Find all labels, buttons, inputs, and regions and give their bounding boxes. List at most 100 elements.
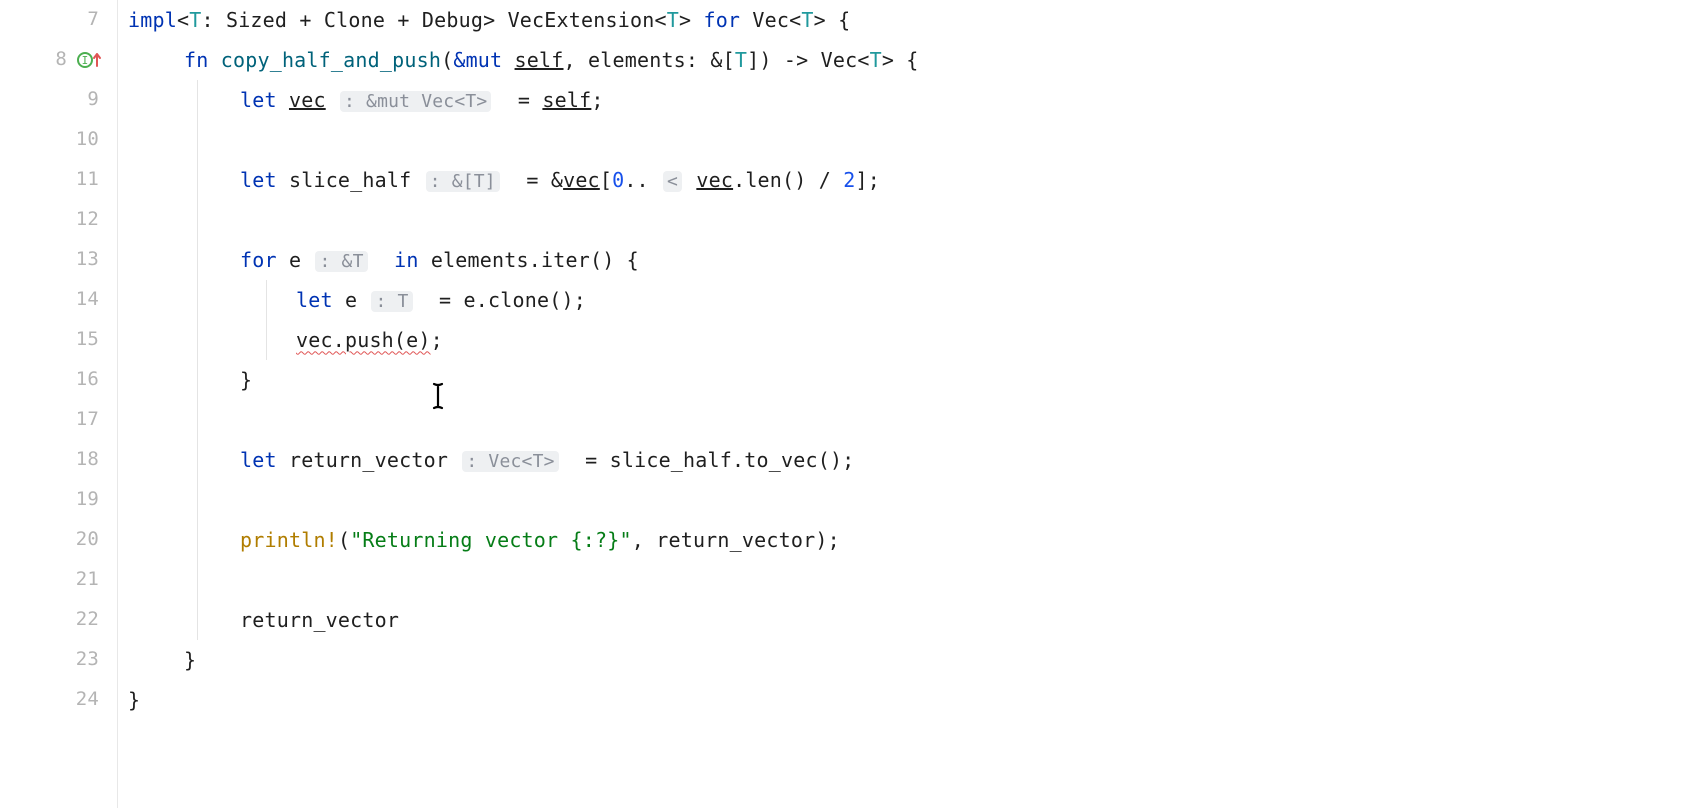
token: ; [431, 328, 443, 352]
token: ]) -> Vec [747, 48, 857, 72]
gutter-row[interactable]: 8 I [0, 40, 117, 80]
token: let [296, 288, 345, 312]
token: vec.push(e) [296, 328, 431, 352]
token [370, 248, 394, 272]
gutter-row[interactable]: 18 [0, 440, 117, 480]
code-text: } [128, 641, 196, 680]
token: : Vec<T> [462, 451, 558, 472]
token: self [515, 48, 564, 72]
line-number: 24 [76, 681, 99, 718]
code-line[interactable] [128, 480, 1700, 520]
gutter-row[interactable]: 24 [0, 680, 117, 720]
gutter-row[interactable]: 11 [0, 160, 117, 200]
implement-method-icon[interactable]: I [77, 50, 103, 70]
gutter-row[interactable]: 13 [0, 240, 117, 280]
indent-guide [266, 280, 267, 320]
indent-guide [197, 440, 198, 480]
indent-guide [197, 560, 198, 600]
token: ; [591, 88, 603, 112]
line-number: 20 [76, 521, 99, 558]
code-line[interactable]: } [128, 640, 1700, 680]
token: impl [128, 8, 177, 32]
code-editor[interactable]: 78 I 9101112131415161718192021222324 imp… [0, 0, 1700, 808]
token: in [394, 248, 431, 272]
line-number: 19 [76, 481, 99, 518]
line-number: 13 [76, 241, 99, 278]
code-line[interactable] [128, 560, 1700, 600]
code-line[interactable]: let vec : &mut Vec<T> = self; [128, 80, 1700, 120]
code-text: println!("Returning vector {:?}", return… [128, 521, 840, 560]
gutter-row[interactable]: 23 [0, 640, 117, 680]
token: + [287, 8, 324, 32]
token: slice_half [289, 168, 424, 192]
gutter-row[interactable]: 21 [0, 560, 117, 600]
code-line[interactable]: println!("Returning vector {:?}", return… [128, 520, 1700, 560]
token: return_vector [240, 608, 399, 632]
token: VecExtension [508, 8, 655, 32]
token: > { [814, 8, 851, 32]
gutter-row[interactable]: 22 [0, 600, 117, 640]
gutter-row[interactable]: 9 [0, 80, 117, 120]
code-line[interactable]: impl<T: Sized + Clone + Debug> VecExtens… [128, 0, 1700, 40]
gutter-row[interactable]: 10 [0, 120, 117, 160]
token: vec [696, 168, 733, 192]
token: = slice_half.to_vec(); [561, 448, 855, 472]
token: Vec [740, 8, 789, 32]
token: T [735, 48, 747, 72]
gutter-row[interactable]: 12 [0, 200, 117, 240]
line-number: 22 [76, 601, 99, 638]
token: : &T [315, 251, 367, 272]
code-text: let return_vector : Vec<T> = slice_half.… [128, 441, 854, 480]
gutter-row[interactable]: 17 [0, 400, 117, 440]
gutter-row[interactable]: 7 [0, 0, 117, 40]
token: for [240, 248, 289, 272]
token: Debug [422, 8, 483, 32]
indent-guide [197, 480, 198, 520]
gutter-row[interactable]: 19 [0, 480, 117, 520]
token: < [177, 8, 189, 32]
code-line[interactable]: for e : &T in elements.iter() { [128, 240, 1700, 280]
token: "Returning vector {:?}" [350, 528, 632, 552]
token [326, 88, 338, 112]
token: < [789, 8, 801, 32]
code-line[interactable]: return_vector [128, 600, 1700, 640]
code-line[interactable]: let e : T = e.clone(); [128, 280, 1700, 320]
token: : [201, 8, 225, 32]
token: .len() / [733, 168, 843, 192]
token: = & [502, 168, 563, 192]
code-line[interactable]: let slice_half : &[T] = &vec[0.. < vec.l… [128, 160, 1700, 200]
line-number: 12 [76, 201, 99, 238]
gutter: 78 I 9101112131415161718192021222324 [0, 0, 118, 808]
gutter-row[interactable]: 16 [0, 360, 117, 400]
code-line[interactable]: } [128, 680, 1700, 720]
gutter-row[interactable]: 20 [0, 520, 117, 560]
line-number: 9 [87, 81, 99, 118]
token: T [667, 8, 679, 32]
code-line[interactable]: } [128, 360, 1700, 400]
code-line[interactable] [128, 400, 1700, 440]
token: Clone [324, 8, 385, 32]
code-area[interactable]: impl<T: Sized + Clone + Debug> VecExtens… [118, 0, 1700, 808]
line-number: 21 [76, 561, 99, 598]
code-line[interactable]: vec.push(e); [128, 320, 1700, 360]
line-number: 17 [76, 401, 99, 438]
code-line[interactable] [128, 200, 1700, 240]
gutter-row[interactable]: 14 [0, 280, 117, 320]
code-line[interactable] [128, 120, 1700, 160]
code-text: vec.push(e); [128, 321, 443, 360]
token: elements.iter() { [431, 248, 639, 272]
code-line[interactable]: fn copy_half_and_push(&mut self, element… [128, 40, 1700, 80]
token: ( [441, 48, 453, 72]
code-text: impl<T: Sized + Clone + Debug> VecExtens… [128, 1, 850, 40]
indent-guide [197, 280, 198, 320]
code-line[interactable]: let return_vector : Vec<T> = slice_half.… [128, 440, 1700, 480]
token: < [654, 8, 666, 32]
token: Sized [226, 8, 287, 32]
token: self [542, 88, 591, 112]
token: T [189, 8, 201, 32]
gutter-row[interactable]: 15 [0, 320, 117, 360]
indent-guide [197, 120, 198, 160]
indent-guide [197, 80, 198, 120]
token: : &[T] [426, 171, 500, 192]
token: } [184, 648, 196, 672]
